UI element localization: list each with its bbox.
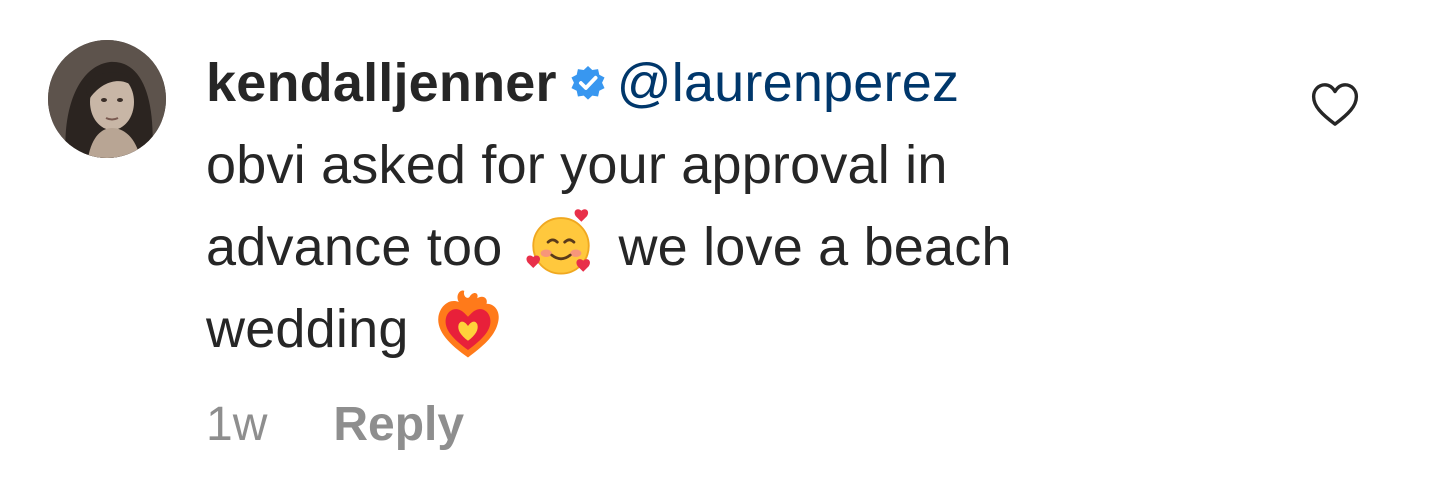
- smiling-face-with-hearts-icon: [526, 209, 591, 275]
- comment-text: kendalljenner @laurenperez obvi asked fo…: [206, 42, 1256, 370]
- comment-meta: 1w Reply: [206, 390, 464, 460]
- comment: kendalljenner @laurenperez obvi asked fo…: [0, 0, 1440, 484]
- comment-text-segment: advance too: [206, 217, 503, 277]
- comment-line-4: wedding: [206, 288, 1256, 370]
- username-link[interactable]: kendalljenner: [206, 53, 557, 113]
- reply-button[interactable]: Reply: [333, 390, 464, 460]
- comment-line-2: obvi asked for your approval in: [206, 124, 1256, 206]
- mention-link[interactable]: @laurenperez: [617, 53, 959, 113]
- comment-line-1: kendalljenner @laurenperez: [206, 42, 1256, 124]
- comment-line-3: advance too we love a beach: [206, 206, 1256, 288]
- comment-text-segment: we love a beach: [618, 217, 1012, 277]
- timestamp: 1w: [206, 398, 268, 451]
- heart-on-fire-icon: [437, 290, 499, 358]
- avatar[interactable]: [48, 40, 166, 158]
- avatar-photo: [48, 40, 166, 158]
- heart-outline-icon[interactable]: [1308, 78, 1362, 132]
- verified-badge-icon: [571, 65, 605, 100]
- comment-text-segment: wedding: [206, 299, 409, 359]
- comment-text-segment: obvi asked for your approval in: [206, 135, 948, 195]
- comment-body: kendalljenner @laurenperez obvi asked fo…: [206, 42, 1256, 451]
